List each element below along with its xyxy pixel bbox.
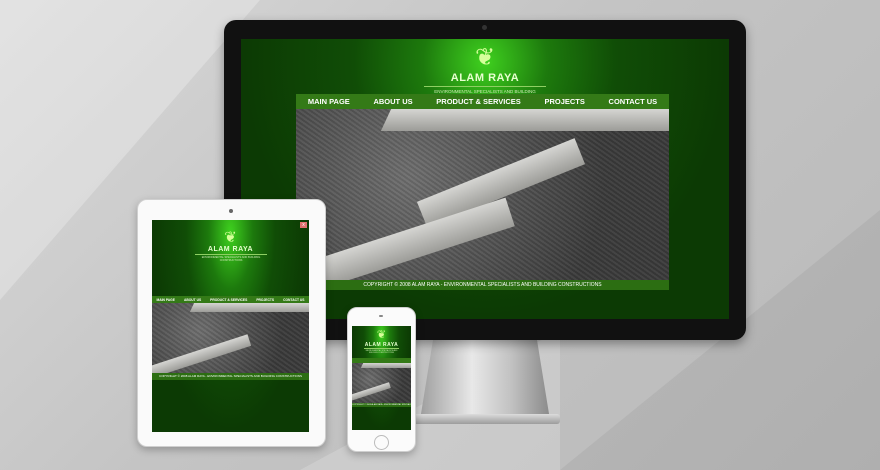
site-footer: COPYRIGHT © 2008 ALAM RAYA - ENVIRONMENT… (152, 373, 309, 380)
hero-photo (352, 363, 411, 403)
nav-about-us[interactable]: ABOUT US (184, 298, 201, 302)
site-tagline: ENVIRONMENTAL SPECIALISTS AND BUILDING C… (364, 348, 399, 354)
site-brand[interactable]: ALAM RAYA (152, 246, 309, 253)
nav-projects[interactable]: PROJECTS (544, 97, 584, 106)
hero-photo (296, 109, 669, 280)
camera-icon (229, 209, 233, 213)
concrete-wall (296, 197, 515, 280)
monitor-stand-base (410, 414, 560, 424)
nav-product-services[interactable]: PRODUCT & SERVICES (210, 298, 247, 302)
main-nav: MAIN PAGE ABOUT US PRODUCT & SERVICES PR… (296, 94, 669, 110)
site-footer: COPYRIGHT © 2008 ALAM RAYA - ENVIRONMENT… (296, 280, 669, 290)
site-brand[interactable]: ALAM RAYA (241, 72, 729, 84)
phone-screen: ❦ ALAM RAYA ENVIRONMENTAL SPECIALISTS AN… (352, 326, 411, 430)
concrete-wall (152, 334, 252, 373)
nav-contact-us[interactable]: CONTACT US (609, 97, 658, 106)
phone-device: ❦ ALAM RAYA ENVIRONMENTAL SPECIALISTS AN… (347, 307, 416, 452)
nav-product-services[interactable]: PRODUCT & SERVICES (436, 97, 520, 106)
speaker-icon (379, 315, 383, 317)
tablet-screen: x ❦ ALAM RAYA ENVIRONMENTAL SPECIALISTS … (152, 220, 309, 432)
nav-main-page[interactable]: MAIN PAGE (308, 97, 350, 106)
concrete-wall (360, 363, 411, 368)
close-icon[interactable]: x (300, 222, 307, 228)
nav-projects[interactable]: PROJECTS (256, 298, 274, 302)
camera-icon (482, 25, 487, 30)
home-button[interactable] (374, 435, 389, 450)
nav-about-us[interactable]: ABOUT US (373, 97, 412, 106)
leaf-logo-icon: ❦ (224, 228, 237, 246)
concrete-wall (352, 382, 391, 402)
nav-contact-us[interactable]: CONTACT US (283, 298, 304, 302)
leaf-logo-icon: ❦ (376, 328, 387, 341)
hero-photo (152, 303, 309, 373)
concrete-wall (189, 303, 309, 312)
tablet-device: x ❦ ALAM RAYA ENVIRONMENTAL SPECIALISTS … (137, 199, 326, 447)
concrete-wall (380, 109, 669, 131)
nav-main-page[interactable]: MAIN PAGE (157, 298, 175, 302)
site-tagline: ENVIRONMENTAL SPECIALISTS AND BUILDING C… (195, 254, 267, 262)
site-footer: COPYRIGHT © 2008 ALAM RAYA - ENVIRONMENT… (352, 403, 411, 407)
monitor-stand (420, 340, 550, 420)
leaf-logo-icon: ❦ (474, 43, 496, 71)
